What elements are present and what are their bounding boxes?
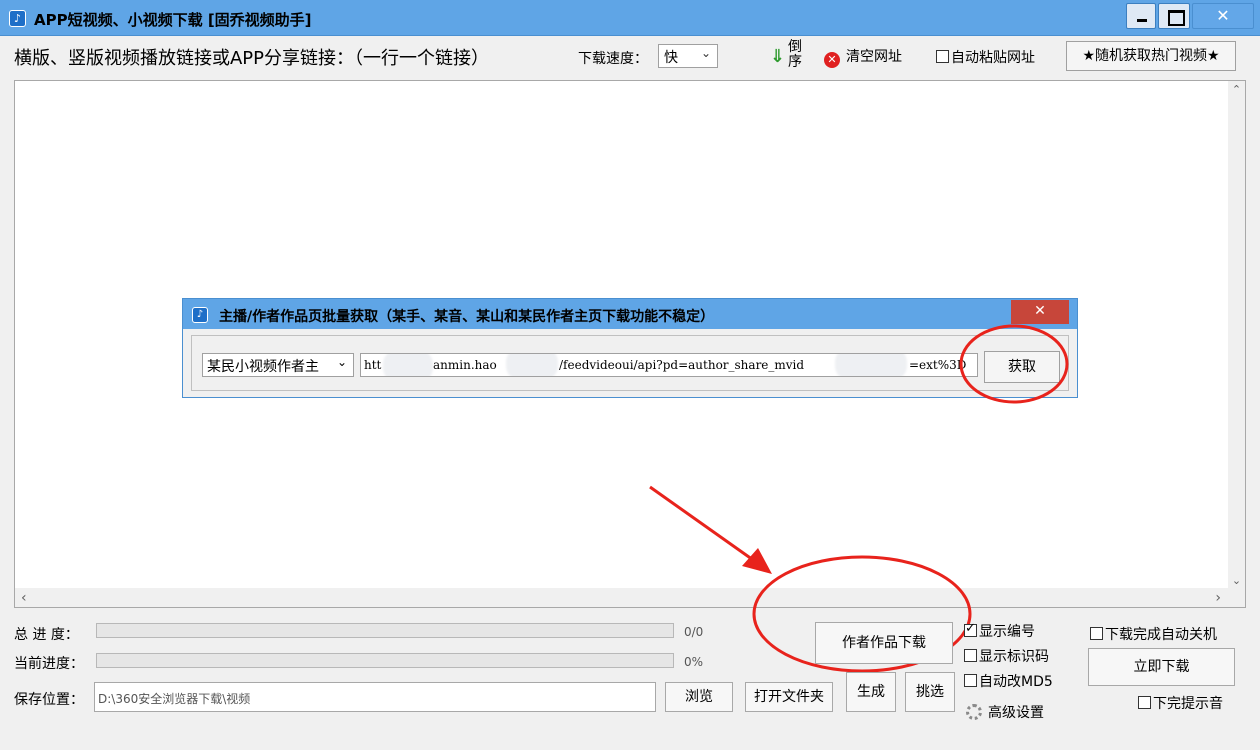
redaction-blur	[835, 354, 907, 376]
total-progress-bar	[96, 623, 674, 638]
window-title: APP短视频、小视频下载 [固乔视频助手]	[34, 11, 312, 29]
app-logo-icon: ♪	[192, 307, 208, 323]
auto-md5-label: 自动改MD5	[979, 674, 1053, 690]
url-fragment: htt	[364, 358, 382, 372]
speed-select[interactable]: 快 ⌄	[658, 44, 718, 68]
total-progress-value: 0/0	[684, 625, 704, 639]
vertical-scrollbar[interactable]: ⌃ ⌄	[1228, 81, 1245, 589]
author-batch-dialog: ♪ 主播/作者作品页批量获取（某手、某音、某山和某民作者主页下载功能不稳定） ✕…	[182, 298, 1078, 398]
download-now-button[interactable]: 立即下载	[1088, 648, 1235, 686]
show-number-label: 显示编号	[979, 624, 1035, 640]
current-progress-label: 当前进度：	[14, 656, 84, 672]
scroll-right-icon[interactable]: ›	[1215, 590, 1221, 606]
reverse-label: 倒序	[788, 39, 802, 70]
auto-paste-checkbox[interactable]: 自动粘贴网址	[936, 47, 1035, 67]
show-number-checkbox[interactable]: 显示编号	[964, 621, 1035, 641]
current-progress-bar	[96, 653, 674, 668]
done-sound-label: 下完提示音	[1153, 696, 1223, 712]
clear-icon: ✕	[824, 52, 840, 68]
scrollbar-corner	[1228, 588, 1245, 607]
random-hot-video-button[interactable]: ★随机获取热门视频★	[1066, 41, 1236, 71]
chevron-down-icon: ⌄	[700, 46, 711, 60]
url-fragment: =ext%3D	[909, 358, 967, 372]
toolbar: 横版、竖版视频播放链接或APP分享链接：（一行一个链接） 下载速度： 快 ⌄ ⇓…	[0, 38, 1260, 78]
dialog-title: 主播/作者作品页批量获取（某手、某音、某山和某民作者主页下载功能不稳定）	[219, 309, 715, 325]
checkbox-icon	[964, 674, 977, 687]
author-platform-value: 某民小视频作者主	[207, 359, 319, 375]
gear-icon	[966, 704, 982, 720]
scroll-down-icon[interactable]: ⌄	[1228, 574, 1245, 587]
author-url-input[interactable]: htt anmin.hao /feedvideoui/api?pd=author…	[360, 353, 978, 377]
checkbox-icon	[964, 649, 977, 662]
speed-value: 快	[664, 50, 678, 66]
auto-paste-label: 自动粘贴网址	[951, 50, 1035, 66]
save-path-input[interactable]: D:\360安全浏览器下载\视频	[94, 682, 656, 712]
show-id-checkbox[interactable]: 显示标识码	[964, 646, 1049, 666]
url-input-label: 横版、竖版视频播放链接或APP分享链接：（一行一个链接）	[14, 48, 490, 69]
pick-button[interactable]: 挑选	[905, 672, 955, 712]
app-logo-icon: ♪	[9, 10, 26, 27]
author-platform-select[interactable]: 某民小视频作者主 ⌄	[202, 353, 354, 377]
browse-button[interactable]: 浏览	[665, 682, 733, 712]
auto-shutdown-label: 下载完成自动关机	[1105, 627, 1217, 643]
dialog-close-button[interactable]: ✕	[1011, 300, 1069, 324]
total-progress-label: 总 进 度：	[14, 627, 79, 643]
horizontal-scrollbar[interactable]: ‹ ›	[15, 588, 1229, 607]
maximize-button[interactable]	[1158, 3, 1190, 29]
url-fragment: anmin.hao	[433, 358, 497, 372]
open-folder-button[interactable]: 打开文件夹	[745, 682, 833, 712]
reverse-order-button[interactable]: ⇓ 倒序	[770, 40, 810, 74]
checkbox-icon	[936, 50, 949, 63]
redaction-blur	[506, 354, 558, 376]
auto-md5-checkbox[interactable]: 自动改MD5	[964, 671, 1053, 691]
generate-button[interactable]: 生成	[846, 672, 896, 712]
current-progress-value: 0%	[684, 655, 704, 669]
speed-label: 下载速度：	[578, 51, 648, 67]
down-arrow-icon: ⇓	[770, 46, 786, 67]
close-button[interactable]: ✕	[1192, 3, 1254, 29]
checkbox-icon	[1090, 627, 1103, 640]
done-sound-checkbox[interactable]: 下完提示音	[1138, 693, 1223, 713]
advanced-settings-label: 高级设置	[988, 705, 1044, 721]
redaction-blur	[383, 354, 433, 376]
checkbox-icon	[1138, 696, 1151, 709]
chevron-down-icon: ⌄	[336, 355, 347, 369]
window-titlebar: ♪ APP短视频、小视频下载 [固乔视频助手] ✕	[0, 0, 1260, 36]
url-fragment: /feedvideoui/api?pd=author_share_mvid	[559, 358, 805, 372]
clear-label: 清空网址	[846, 49, 902, 65]
scroll-left-icon[interactable]: ‹	[21, 590, 27, 606]
author-works-download-button[interactable]: 作者作品下载	[815, 622, 953, 664]
advanced-settings-button[interactable]: 高级设置	[966, 702, 1044, 722]
auto-shutdown-checkbox[interactable]: 下载完成自动关机	[1090, 624, 1217, 644]
save-location-label: 保存位置：	[14, 692, 84, 708]
fetch-button[interactable]: 获取	[984, 351, 1060, 383]
clear-urls-button[interactable]: ✕ 清空网址	[824, 46, 902, 68]
dialog-body: 某民小视频作者主 ⌄ htt anmin.hao /feedvideoui/ap…	[191, 335, 1069, 391]
dialog-titlebar: ♪ 主播/作者作品页批量获取（某手、某音、某山和某民作者主页下载功能不稳定） ✕	[183, 299, 1077, 329]
show-id-label: 显示标识码	[979, 649, 1049, 665]
checkbox-checked-icon	[964, 621, 977, 637]
minimize-button[interactable]	[1126, 3, 1156, 29]
scroll-up-icon[interactable]: ⌃	[1228, 83, 1245, 96]
